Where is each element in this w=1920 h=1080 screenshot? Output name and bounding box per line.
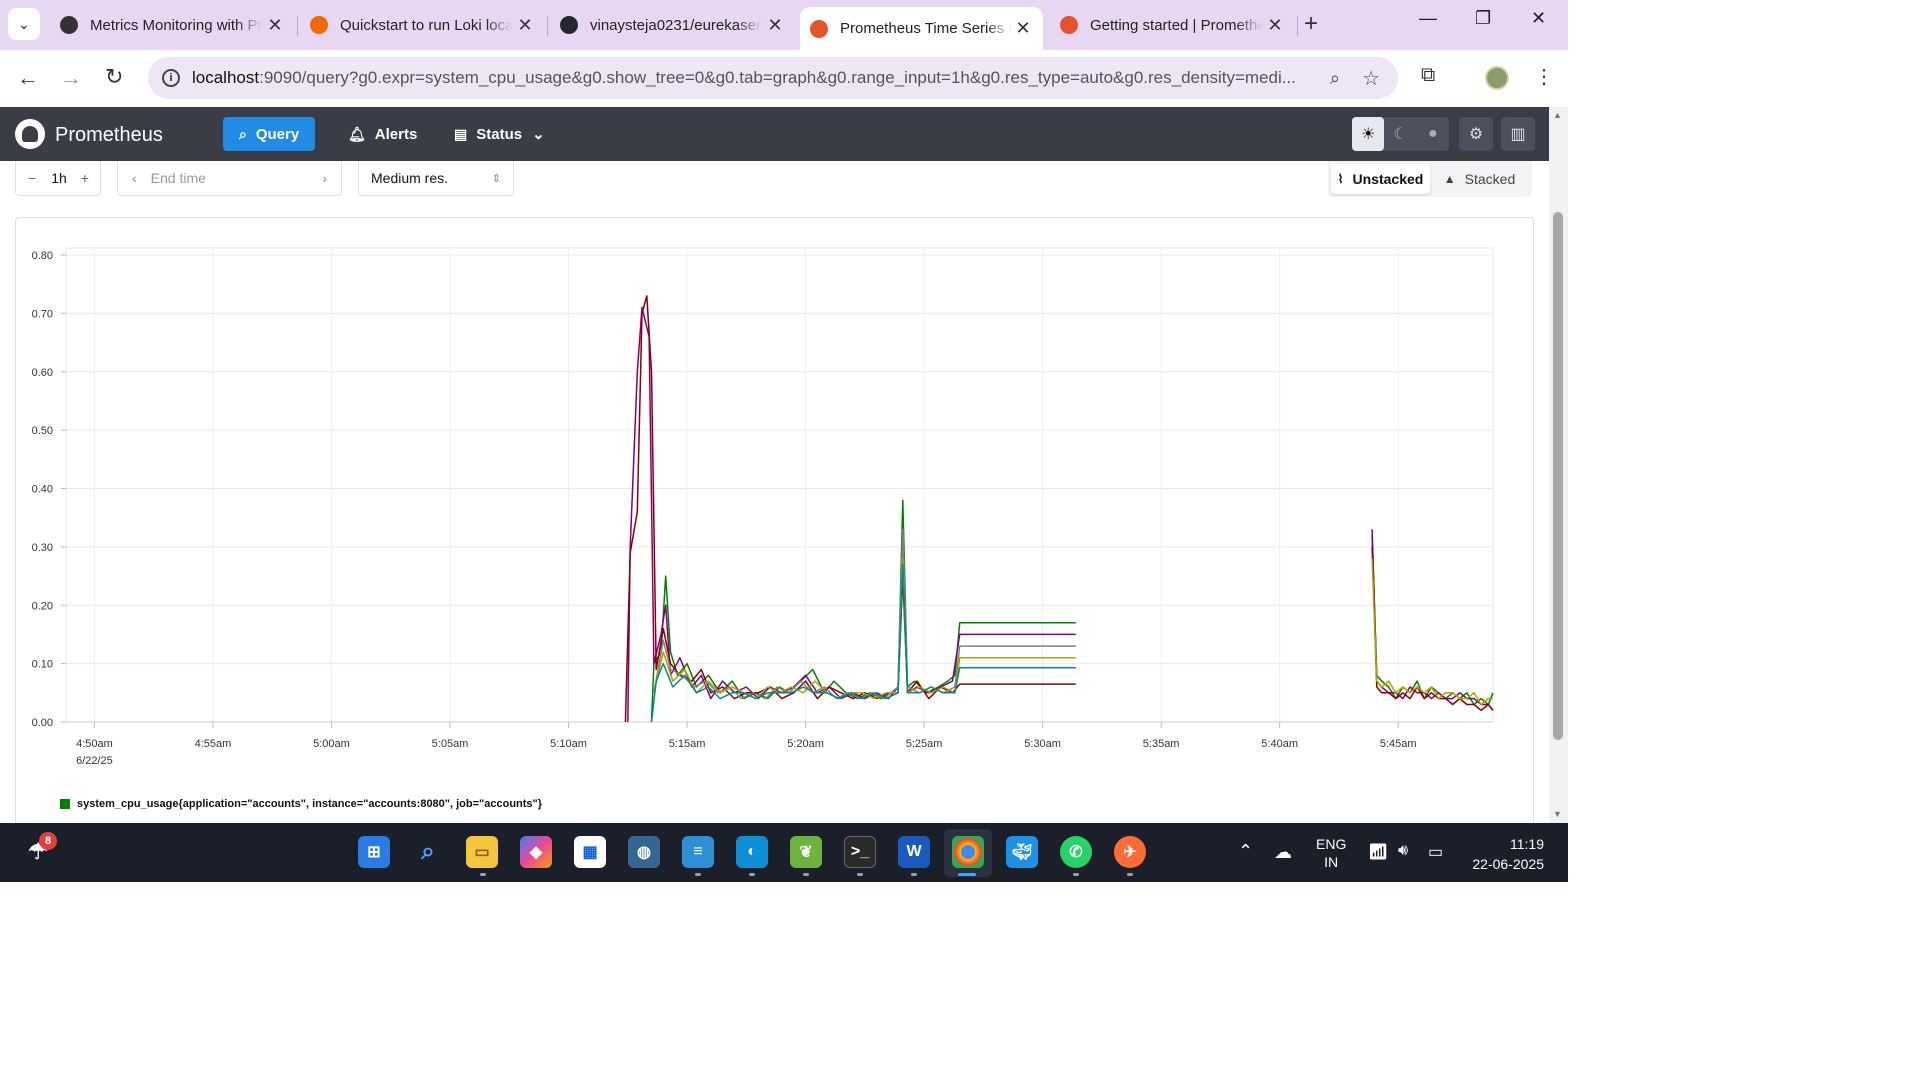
spring-tool-suite-icon[interactable]: ❦ (790, 836, 822, 868)
y-tick-label: 0.30 (32, 542, 53, 554)
series-line (627, 306, 1076, 723)
running-indicator (857, 873, 863, 876)
chrome-icon[interactable] (952, 836, 984, 868)
copilot-icon[interactable]: ◆ (520, 836, 552, 868)
legend-label: system_cpu_usage{application="accounts",… (77, 798, 543, 810)
y-tick-label: 0.80 (32, 250, 53, 262)
running-indicator (1073, 873, 1079, 876)
y-tick-label: 0.60 (32, 367, 53, 379)
page-scrollbar[interactable]: ▲ ▼ (1549, 107, 1568, 823)
region-code: IN (1324, 854, 1339, 870)
chart-legend-item[interactable]: system_cpu_usage{application="accounts",… (60, 798, 542, 810)
battery-icon[interactable]: ▭ (1428, 842, 1443, 862)
running-indicator (803, 873, 809, 876)
x-tick-label: 5:35am (1143, 738, 1180, 750)
x-tick-label: 5:25am (906, 738, 943, 750)
y-tick-label: 0.10 (32, 659, 53, 671)
clock-time: 11:19 (1510, 836, 1544, 852)
x-tick-label: 5:05am (432, 738, 469, 750)
scroll-down-arrow-icon[interactable]: ▼ (1553, 809, 1562, 819)
y-tick-label: 0.20 (32, 600, 53, 612)
y-tick-label: 0.50 (32, 425, 53, 437)
postman-icon[interactable]: ✈ (1114, 836, 1146, 868)
language-indicator[interactable]: ENG IN (1316, 835, 1346, 871)
y-tick-label: 0.70 (32, 308, 53, 320)
x-tick-label: 4:50am (76, 738, 113, 750)
onedrive-cloud-icon[interactable]: ☁ (1274, 842, 1292, 863)
postgresql-elephant-icon[interactable]: ◍ (628, 836, 660, 868)
running-indicator (480, 873, 486, 876)
plot-area (65, 247, 1494, 723)
file-explorer-icon[interactable]: ▭ (466, 836, 498, 868)
x-tick-label: 5:30am (1024, 738, 1061, 750)
running-indicator (695, 873, 701, 876)
scroll-up-arrow-icon[interactable]: ▲ (1553, 110, 1562, 120)
windows-start-icon[interactable]: ⊞ (358, 836, 390, 868)
series-line (653, 557, 1076, 700)
weather-badge: 8 (39, 832, 57, 850)
x-tick-date-label: 6/22/25 (76, 755, 113, 767)
language-code: ENG (1316, 836, 1347, 852)
series-line (1371, 535, 1494, 706)
tray-overflow-chevron-icon[interactable]: ⌃ (1238, 841, 1253, 862)
x-tick-label: 5:40am (1261, 738, 1298, 750)
cpu-usage-chart[interactable]: 0.00 0.10 0.20 0.30 0.40 0.50 0.60 0.70 0.80 4:50… (0, 0, 1549, 823)
x-tick-label: 5:45am (1380, 738, 1417, 750)
whatsapp-icon[interactable]: ✆ (1060, 836, 1092, 868)
series-line (653, 528, 1076, 700)
running-indicator (1127, 873, 1133, 876)
x-tick-label: 5:20am (787, 738, 824, 750)
notepad-icon[interactable]: ≡ (682, 836, 714, 868)
legend-swatch (60, 799, 70, 809)
x-tick-label: 5:10am (550, 738, 587, 750)
scrollbar-thumb[interactable] (1553, 212, 1563, 740)
docker-whale-icon[interactable]: 🐳︎ (1006, 836, 1038, 868)
microsoft-store-icon[interactable]: ▦ (574, 836, 606, 868)
x-tick-label: 5:15am (669, 738, 706, 750)
running-indicator (911, 873, 917, 876)
word-icon[interactable]: W (898, 836, 930, 868)
running-indicator (749, 873, 755, 876)
terminal-icon[interactable]: >_ (844, 836, 876, 868)
x-tick-label: 5:00am (313, 738, 350, 750)
series-line (650, 563, 1076, 723)
y-tick-label: 0.40 (32, 484, 53, 496)
x-tick-label: 4:55am (195, 738, 232, 750)
volume-icon[interactable]: 🔊︎ (1398, 842, 1408, 860)
edge-browser-icon[interactable]: ◐ (736, 836, 768, 868)
clock[interactable]: 11:19 22-06-2025 (1466, 834, 1544, 874)
active-running-indicator (958, 873, 976, 876)
wifi-icon[interactable]: 📶︎ (1368, 842, 1388, 862)
series-line (1371, 546, 1494, 712)
search-taskbar-icon[interactable]: ⌕ (412, 836, 444, 868)
y-tick-label: 0.00 (32, 717, 53, 729)
clock-date: 22-06-2025 (1472, 856, 1544, 872)
series-line (1371, 558, 1493, 706)
